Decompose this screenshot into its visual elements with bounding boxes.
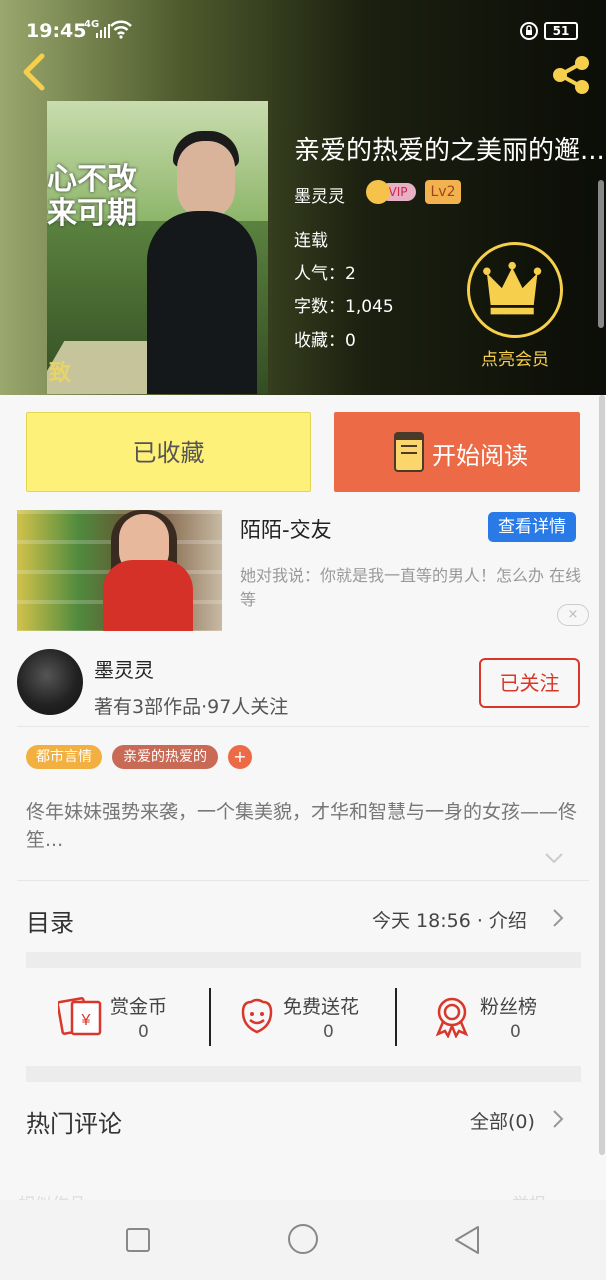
ad-title[interactable]: 陌陌-交友 xyxy=(240,514,332,544)
ad-close-button[interactable]: × xyxy=(557,604,589,626)
ad-details-button[interactable]: 查看详情 xyxy=(488,512,576,542)
member-crown-button[interactable] xyxy=(467,242,563,338)
back-arrow-icon[interactable] xyxy=(16,52,50,92)
battery-indicator: 51 xyxy=(544,22,578,40)
flower-icon xyxy=(241,998,273,1034)
author-info: 著有3部作品·97人关注 xyxy=(94,696,289,718)
hot-comments-label: 热门评论 xyxy=(26,1110,122,1138)
vip-coin-icon xyxy=(366,180,390,204)
book-header: 19:45 4G 51 心不改 来可期 致 亲爱的热爱的之美丽的邂... 墨灵灵… xyxy=(0,0,606,395)
stat-fan-ranking[interactable]: 粉丝榜 0 xyxy=(430,986,580,1046)
chevron-down-icon[interactable] xyxy=(544,852,564,864)
share-icon[interactable] xyxy=(548,54,594,96)
author-name[interactable]: 墨灵灵 xyxy=(94,654,154,683)
tag-urban-romance[interactable]: 都市言情 xyxy=(26,745,102,769)
medal-icon xyxy=(435,997,469,1038)
chevron-right-icon[interactable] xyxy=(552,908,564,928)
book-icon xyxy=(394,432,424,472)
book-author[interactable]: 墨灵灵 xyxy=(294,182,345,207)
divider xyxy=(17,726,589,727)
all-comments-link[interactable]: 全部(0) xyxy=(470,1107,535,1134)
vip-badge: VIP xyxy=(366,180,416,204)
signal-icon xyxy=(96,24,110,38)
add-tag-button[interactable]: + xyxy=(228,745,252,769)
book-popularity: 人气：2 xyxy=(294,264,356,284)
tag-go-go-squid[interactable]: 亲爱的热爱的 xyxy=(112,745,218,769)
header-scrollbar xyxy=(598,180,604,328)
book-cover[interactable]: 心不改 来可期 致 xyxy=(47,101,268,394)
chevron-right-icon[interactable] xyxy=(552,1109,564,1129)
home-button[interactable] xyxy=(288,1224,318,1254)
catalog-info[interactable]: 今天 18:56 · 介绍 xyxy=(372,906,527,933)
svg-text:¥: ¥ xyxy=(81,1012,91,1029)
level-badge: Lv2 xyxy=(425,180,461,204)
ad-description[interactable]: 她对我说：你就是我一直等的男人！怎么办 在线等 xyxy=(240,564,592,612)
recents-button[interactable] xyxy=(126,1228,150,1252)
book-word-count: 字数：1,045 xyxy=(294,297,394,317)
coin-envelope-icon: ¥ xyxy=(58,997,102,1036)
book-status: 连载 xyxy=(294,231,328,251)
member-label[interactable]: 点亮会员 xyxy=(462,345,568,370)
book-title: 亲爱的热爱的之美丽的邂... xyxy=(294,136,605,166)
stat-free-flowers[interactable]: 免费送花 0 xyxy=(235,986,395,1046)
stat-reward-coins[interactable]: ¥ 赏金币 0 xyxy=(58,986,208,1046)
start-reading-label: 开始阅读 xyxy=(432,442,528,470)
author-avatar[interactable] xyxy=(17,649,83,715)
page-scrollbar[interactable] xyxy=(599,395,605,1155)
following-button[interactable]: 已关注 xyxy=(479,658,580,708)
status-bar: 19:45 4G 51 xyxy=(0,0,606,44)
crown-icon xyxy=(483,261,542,315)
status-time: 19:45 xyxy=(26,20,87,42)
wifi-icon xyxy=(110,20,132,39)
cover-text: 心不改 来可期 xyxy=(47,162,137,231)
orientation-lock-icon xyxy=(520,22,538,40)
favorited-button[interactable]: 已收藏 xyxy=(26,412,311,492)
start-reading-button[interactable]: 开始阅读 xyxy=(334,412,580,492)
cover-mark: 致 xyxy=(49,361,72,386)
back-triangle-icon[interactable] xyxy=(452,1224,482,1256)
catalog-label[interactable]: 目录 xyxy=(26,903,74,938)
divider xyxy=(17,880,589,881)
book-intro[interactable]: 佟年妹妹强势来袭，一个集美貌，才华和智慧与一身的女孩——佟笙... xyxy=(26,798,586,854)
ad-image[interactable] xyxy=(17,510,222,631)
book-favorites: 收藏：0 xyxy=(294,331,356,351)
